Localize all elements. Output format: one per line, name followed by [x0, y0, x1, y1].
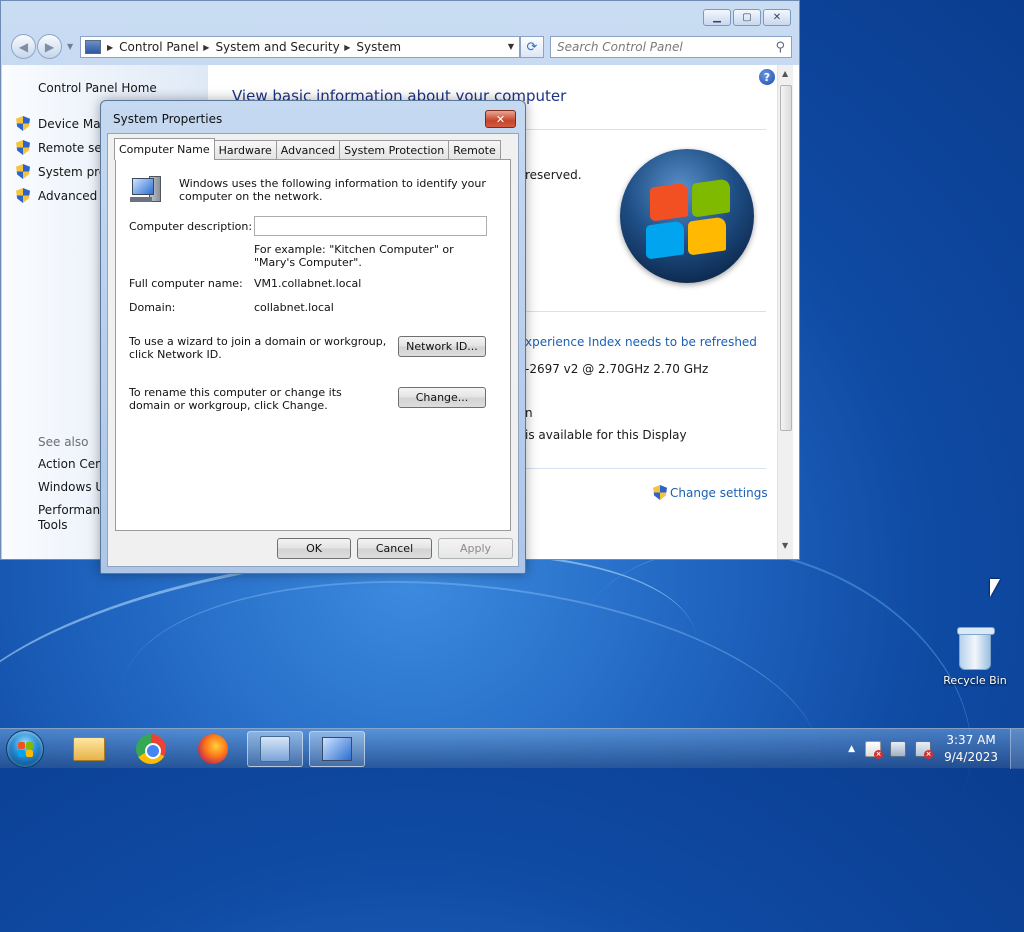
- navigation-bar: ◀ ▶ ▼ ▶ Control Panel ▶ System and Secur…: [9, 34, 793, 59]
- network-icon[interactable]: [890, 741, 907, 757]
- firefox-icon: [198, 734, 228, 764]
- scrollbar-thumb[interactable]: [780, 85, 792, 431]
- refresh-button[interactable]: ⟳: [520, 36, 544, 58]
- tab-advanced[interactable]: Advanced: [275, 140, 341, 159]
- back-button[interactable]: ◀: [11, 34, 36, 59]
- uac-shield-icon: [16, 188, 30, 203]
- mouse-cursor-icon: [990, 579, 1000, 597]
- control-panel-icon: [260, 736, 290, 762]
- maximize-button[interactable]: ▢: [733, 9, 761, 26]
- system-properties-icon: [322, 737, 352, 761]
- sidebar-item-remote-settings[interactable]: Remote sett: [16, 140, 111, 155]
- vertical-scrollbar[interactable]: ▲ ▼: [777, 65, 793, 559]
- search-icon[interactable]: ⚲: [775, 40, 785, 55]
- see-also-performance-tools[interactable]: Tools: [38, 518, 68, 533]
- system-tray: ▲ × × 3:37 AM 9/4/2023: [848, 729, 1024, 769]
- search-box[interactable]: Search Control Panel ⚲: [550, 36, 792, 58]
- show-hidden-icons-icon[interactable]: ▲: [848, 744, 855, 754]
- address-dropdown-icon[interactable]: ▼: [508, 42, 514, 51]
- address-bar[interactable]: ▶ Control Panel ▶ System and Security ▶ …: [80, 36, 520, 58]
- change-button[interactable]: Change...: [398, 387, 486, 408]
- see-also-performance[interactable]: Performanc: [38, 503, 107, 518]
- recycle-bin-label: Recycle Bin: [943, 674, 1007, 687]
- network-id-text: To use a wizard to join a domain or work…: [129, 335, 387, 361]
- uac-shield-icon: [16, 140, 30, 155]
- taskbar-chrome[interactable]: [123, 731, 179, 767]
- windows-flag-icon: [18, 742, 25, 749]
- taskbar-firefox[interactable]: [185, 731, 241, 767]
- intro-text: Windows uses the following information t…: [179, 177, 486, 203]
- clock-time: 3:37 AM: [946, 733, 996, 747]
- action-center-flag-icon[interactable]: ×: [865, 741, 884, 759]
- change-settings-link[interactable]: Change settings: [653, 485, 768, 500]
- dialog-content: Computer Name Hardware Advanced System P…: [107, 133, 519, 567]
- windows-logo: [620, 149, 754, 283]
- sidebar-item-device-manager[interactable]: Device Man: [16, 116, 108, 131]
- pen-touch-value: is available for this Display: [525, 428, 687, 442]
- recent-pages-dropdown[interactable]: ▼: [67, 42, 73, 51]
- show-desktop-button[interactable]: [1010, 729, 1024, 769]
- copyright-text: reserved.: [525, 168, 582, 182]
- start-button[interactable]: [6, 730, 44, 768]
- see-also-action-center[interactable]: Action Cent: [38, 457, 107, 472]
- clock[interactable]: 3:37 AM 9/4/2023: [944, 732, 998, 766]
- tab-remote[interactable]: Remote: [448, 140, 501, 159]
- scroll-down-icon[interactable]: ▼: [782, 541, 788, 550]
- full-name-value: VM1.collabnet.local: [254, 277, 362, 290]
- folder-icon: [73, 737, 105, 761]
- minimize-button[interactable]: ▁: [703, 9, 731, 26]
- uac-shield-icon: [16, 116, 30, 131]
- dialog-title: System Properties: [113, 112, 223, 126]
- uac-shield-icon: [653, 485, 667, 500]
- control-panel-home-link[interactable]: Control Panel Home: [38, 81, 157, 95]
- dialog-close-button[interactable]: ✕: [485, 110, 516, 128]
- tab-strip: Computer Name Hardware Advanced System P…: [114, 138, 501, 160]
- computer-icon: [130, 176, 164, 204]
- see-also-heading: See also: [38, 435, 89, 449]
- rename-text: To rename this computer or change its do…: [129, 386, 342, 412]
- example-text: For example: "Kitchen Computer" or "Mary…: [254, 243, 454, 269]
- taskbar-control-panel[interactable]: [247, 731, 303, 767]
- system-properties-dialog: System Properties ✕ Computer Name Hardwa…: [100, 100, 526, 574]
- pen-touch-fragment: n: [525, 406, 533, 420]
- processor-value: -2697 v2 @ 2.70GHz 2.70 GHz: [525, 362, 709, 376]
- breadcrumb-system[interactable]: System: [356, 40, 401, 54]
- domain-label: Domain:: [129, 301, 176, 314]
- clock-date: 9/4/2023: [944, 750, 998, 764]
- taskbar: ▲ × × 3:37 AM 9/4/2023: [0, 728, 1024, 769]
- volume-icon[interactable]: ×: [915, 741, 934, 759]
- chrome-icon: [136, 734, 166, 764]
- tab-hardware[interactable]: Hardware: [213, 140, 277, 159]
- help-icon[interactable]: ?: [759, 69, 775, 85]
- recycle-bin-icon: [957, 627, 995, 670]
- taskbar-windows-explorer[interactable]: [61, 731, 117, 767]
- computer-description-input[interactable]: [254, 216, 487, 236]
- tab-computer-name[interactable]: Computer Name: [114, 138, 215, 160]
- full-name-label: Full computer name:: [129, 277, 243, 290]
- recycle-bin-desktop-icon[interactable]: Recycle Bin: [940, 627, 1010, 687]
- ok-button[interactable]: OK: [277, 538, 351, 559]
- breadcrumb-system-and-security[interactable]: System and Security: [215, 40, 339, 54]
- experience-index-link[interactable]: xperience Index needs to be refreshed: [525, 335, 757, 349]
- cancel-button[interactable]: Cancel: [357, 538, 432, 559]
- breadcrumb-control-panel[interactable]: Control Panel: [119, 40, 199, 54]
- tab-system-protection[interactable]: System Protection: [339, 140, 450, 159]
- scroll-up-icon[interactable]: ▲: [782, 69, 788, 78]
- search-input[interactable]: Search Control Panel: [557, 40, 775, 54]
- window-caption-buttons: ▁ ▢ ✕: [703, 9, 791, 26]
- apply-button[interactable]: Apply: [438, 538, 513, 559]
- sidebar-item-system-protection[interactable]: System prot: [16, 164, 111, 179]
- forward-button[interactable]: ▶: [37, 34, 62, 59]
- domain-value: collabnet.local: [254, 301, 334, 314]
- close-button[interactable]: ✕: [763, 9, 791, 26]
- uac-shield-icon: [16, 164, 30, 179]
- taskbar-system-properties[interactable]: [309, 731, 365, 767]
- description-label: Computer description:: [129, 220, 253, 233]
- computer-name-panel: Windows uses the following information t…: [115, 159, 511, 531]
- control-panel-icon: [85, 40, 101, 54]
- network-id-button[interactable]: Network ID...: [398, 336, 486, 357]
